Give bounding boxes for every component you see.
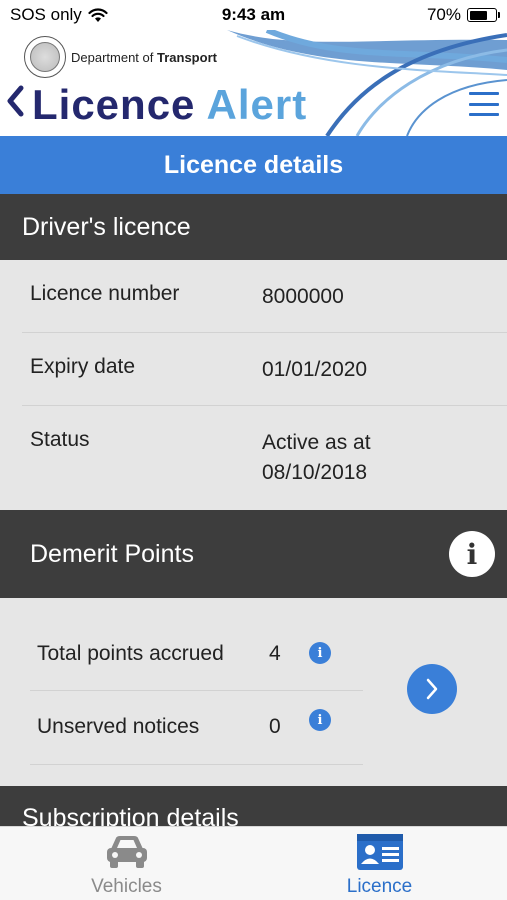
licence-card-icon (356, 834, 403, 870)
row-label: Status (30, 428, 90, 451)
info-icon: i (466, 537, 478, 571)
app-title-part1: Licence (32, 81, 196, 128)
status-value-line1: Active as at (262, 431, 371, 454)
demerit-points-panel: Total points accrued 4 i Unserved notice… (0, 598, 507, 786)
car-icon (106, 836, 147, 868)
hamburger-menu-button[interactable] (469, 92, 499, 116)
info-icon[interactable]: i (309, 642, 331, 664)
subscription-details-heading: Subscription details (0, 786, 507, 826)
back-button[interactable] (6, 84, 24, 124)
unserved-notices-row: Unserved notices 0 i (30, 691, 363, 765)
demerit-points-heading: Demerit Points i (0, 510, 507, 598)
tab-label: Vehicles (91, 876, 162, 897)
tab-vehicles[interactable]: Vehicles (0, 827, 253, 900)
menu-line (469, 102, 499, 106)
app-title-part2: Alert (206, 81, 308, 128)
licence-number-row: Licence number 8000000 (22, 260, 507, 333)
drivers-licence-heading: Driver's licence (0, 194, 507, 260)
total-points-row: Total points accrued 4 i (30, 618, 363, 691)
app-title: Licence Alert (32, 80, 307, 130)
row-value: Active as at 08/10/2018 (262, 428, 371, 488)
status-row: Status Active as at 08/10/2018 (22, 406, 507, 510)
demerit-points-title: Demerit Points (30, 539, 194, 568)
expiry-date-row: Expiry date 01/01/2020 (22, 333, 507, 406)
page-title: Licence details (0, 136, 507, 194)
department-name: Department of Transport (71, 50, 217, 65)
row-value: 4 (269, 642, 281, 665)
row-label: Total points accrued (37, 642, 224, 665)
menu-line (469, 92, 499, 95)
status-right: 70% (426, 5, 500, 25)
battery-percent: 70% (426, 5, 461, 24)
department-logo: Department of Transport (24, 36, 217, 78)
row-label: Licence number (30, 282, 180, 305)
drivers-licence-panel: Licence number 8000000 Expiry date 01/01… (0, 260, 507, 510)
department-prefix: Department of (71, 49, 154, 65)
tab-bar: Vehicles Licence (0, 826, 507, 900)
menu-line (469, 113, 499, 116)
row-label: Expiry date (30, 355, 136, 378)
tab-label: Licence (346, 876, 413, 897)
row-value: 01/01/2020 (262, 358, 368, 381)
battery-level (469, 10, 487, 20)
row-value: 8000000 (262, 285, 344, 308)
tab-licence[interactable]: Licence (253, 827, 506, 900)
info-icon[interactable]: i (309, 709, 331, 731)
wa-crest-icon (24, 36, 66, 78)
app-header: Department of Transport Licence Alert (0, 30, 507, 136)
demerit-details-button[interactable] (407, 664, 457, 714)
row-label: Unserved notices (37, 715, 200, 738)
chevron-right-icon (426, 678, 438, 700)
status-value-line2: 08/10/2018 (262, 461, 368, 484)
battery-icon (467, 8, 500, 22)
subscription-title: Subscription details (22, 804, 239, 826)
demerit-info-button[interactable]: i (449, 531, 495, 577)
status-bar: SOS only 9:43 am 70% (0, 0, 507, 30)
row-value: 0 (269, 715, 281, 738)
chevron-left-icon (7, 85, 24, 117)
department-bold: Transport (157, 49, 217, 65)
